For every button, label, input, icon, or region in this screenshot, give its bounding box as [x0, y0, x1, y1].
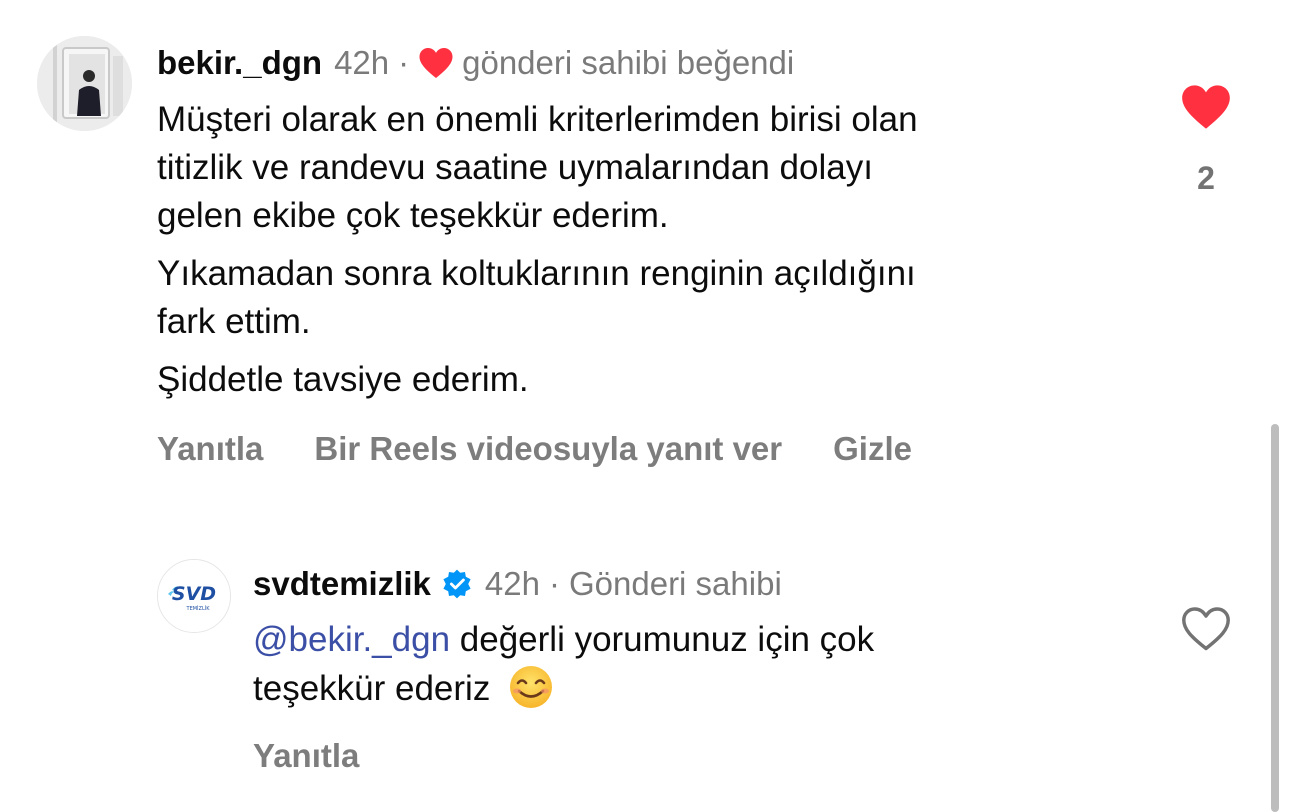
comment-paragraph-1: Müşteri olarak en önemli kriterlerimden … [157, 96, 1147, 240]
hide-button[interactable]: Gizle [833, 430, 912, 468]
reply-header: svdtemizlik 42h · Gönderi sahibi [253, 561, 782, 607]
reels-reply-button[interactable]: Bir Reels videosuyla yanıt ver [314, 430, 782, 468]
comment-time: 42h [334, 44, 390, 81]
comment-line: Müşteri olarak en önemli kriterlerimden … [157, 100, 918, 139]
comment-actions: Yanıtla Bir Reels videosuyla yanıt ver G… [157, 430, 963, 468]
comment-line: titizlik ve randevu saatine uymalarından… [157, 148, 873, 187]
smiling-face-emoji-icon [506, 664, 556, 710]
comment-line: gelen ekibe çok teşekkür ederim. [157, 196, 669, 235]
mention-link[interactable]: @bekir._dgn [253, 620, 450, 659]
reply-text-line2: teşekkür ederiz [253, 669, 491, 708]
comment-paragraph-3: Şiddetle tavsiye ederim. [157, 356, 1147, 404]
author-liked-label: gönderi sahibi beğendi [462, 44, 795, 81]
scrollbar[interactable] [1271, 424, 1279, 812]
commenter-username[interactable]: bekir._dgn [157, 44, 322, 82]
reply-reply-button[interactable]: Yanıtla [253, 737, 359, 775]
comment-header: bekir._dgn 42h · gönderi sahibi beğendi [157, 40, 794, 86]
comment-text: Müşteri olarak en önemli kriterlerimden … [157, 96, 1147, 414]
reply-avatar-logo[interactable]: SVD TEMİZLİK [157, 559, 231, 633]
reply-text: @bekir._dgn değerli yorumunuz için çok t… [253, 616, 1153, 713]
comment-line: Şiddetle tavsiye ederim. [157, 360, 529, 399]
comments-view: bekir._dgn 42h · gönderi sahibi beğendi … [0, 0, 1290, 812]
author-liked-heart-icon [418, 47, 454, 79]
comment-line: Yıkamadan sonra koltuklarının renginin a… [157, 254, 916, 293]
logo-subtext: TEMİZLİK [186, 605, 211, 612]
reply-button[interactable]: Yanıtla [157, 430, 263, 468]
post-author-label: Gönderi sahibi [568, 565, 782, 602]
separator-dot: · [398, 44, 410, 81]
like-count[interactable]: 2 [1180, 160, 1232, 197]
comment-line: fark ettim. [157, 302, 311, 341]
comment-paragraph-2: Yıkamadan sonra koltuklarının renginin a… [157, 250, 1147, 346]
logo-text: SVD [172, 583, 216, 605]
reply-text-line1: değerli yorumunuz için çok [450, 620, 875, 659]
reply-username[interactable]: svdtemizlik [253, 565, 431, 603]
separator-dot: · [548, 565, 560, 602]
heart-filled-icon[interactable] [1180, 84, 1232, 130]
reply-time: 42h [484, 565, 540, 602]
commenter-avatar[interactable] [37, 36, 132, 131]
heart-outline-icon[interactable] [1180, 606, 1232, 652]
verified-badge-icon [441, 568, 473, 600]
